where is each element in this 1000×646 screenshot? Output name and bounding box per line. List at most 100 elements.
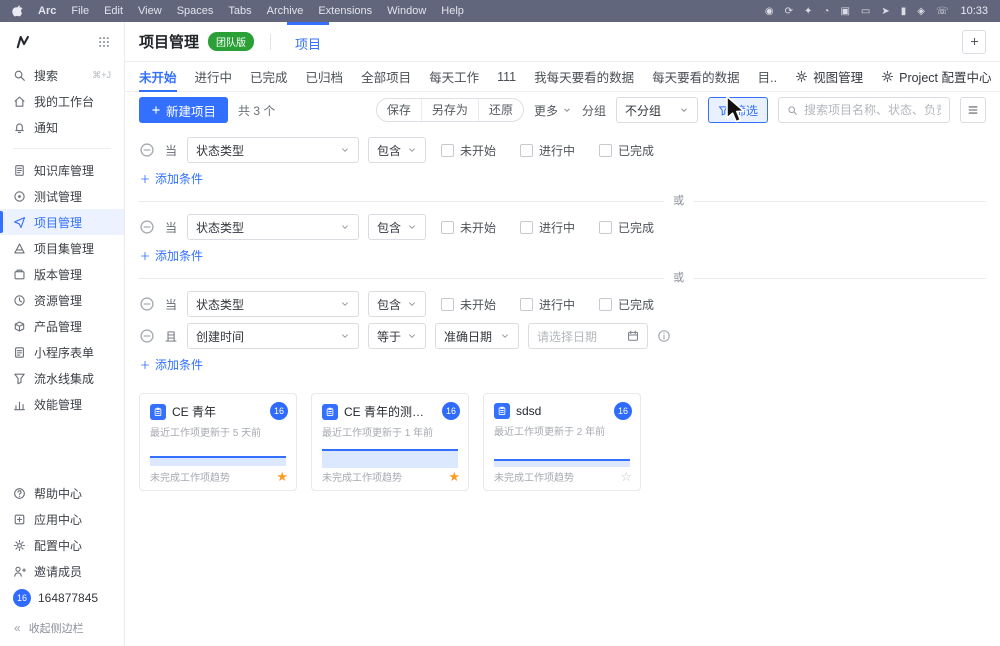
menu-item-view[interactable]: View: [138, 5, 162, 17]
operator-select[interactable]: 等于: [368, 323, 426, 349]
favorite-star-icon[interactable]: ☆: [620, 470, 632, 483]
clock-icon[interactable]: ◔: [823, 6, 829, 17]
checkbox-进行中[interactable]: 进行中: [520, 142, 575, 159]
favorite-star-icon[interactable]: ★: [276, 470, 288, 483]
remove-condition-icon[interactable]: [139, 219, 155, 235]
display-icon[interactable]: ▣: [840, 6, 849, 17]
sidebar-item-project[interactable]: 项目管理: [0, 209, 124, 235]
phone-icon[interactable]: ☏: [936, 6, 949, 17]
sidebar-item-program[interactable]: 项目集管理: [0, 235, 124, 261]
checkbox-未开始[interactable]: 未开始: [441, 219, 496, 236]
filter-button[interactable]: 筛选: [708, 97, 768, 123]
date-mode-select[interactable]: 准确日期: [435, 323, 519, 349]
add-condition-button[interactable]: 添加条件: [140, 170, 203, 187]
field-select[interactable]: 状态类型: [187, 291, 359, 317]
operator-select[interactable]: 包含: [368, 214, 426, 240]
view-tab-6[interactable]: 每天工作: [429, 62, 479, 91]
view-tab-3[interactable]: 已完成: [250, 62, 288, 91]
view-tab-7[interactable]: 111: [497, 62, 516, 91]
user-account[interactable]: 16 164877845: [0, 584, 124, 612]
menu-item-arc[interactable]: Arc: [38, 5, 56, 17]
operator-select[interactable]: 包含: [368, 137, 426, 163]
sidebar-item-search[interactable]: 搜索⌘+J: [0, 62, 124, 88]
sidebar-item-resource[interactable]: 资源管理: [0, 287, 124, 313]
save-action-3[interactable]: 还原: [479, 99, 523, 121]
view-tab-10[interactable]: 目..: [758, 62, 777, 91]
view-tab-2[interactable]: 进行中: [195, 62, 233, 91]
save-action-2[interactable]: 另存为: [422, 99, 479, 121]
field-select[interactable]: 状态类型: [187, 137, 359, 163]
sync-icon[interactable]: ⟳: [785, 6, 793, 17]
sidebar-item-invite[interactable]: 邀请成员: [0, 558, 124, 584]
tab-project[interactable]: 项目: [287, 22, 329, 61]
view-tab-1[interactable]: 未开始: [139, 62, 177, 91]
checkbox-未开始[interactable]: 未开始: [441, 296, 496, 313]
header-action-2[interactable]: Project 配置中心: [881, 67, 991, 86]
view-tab-4[interactable]: 已归档: [306, 62, 344, 91]
location-icon[interactable]: ➤: [881, 6, 889, 17]
sidebar-item-gear[interactable]: 配置中心: [0, 532, 124, 558]
sidebar-item-perf[interactable]: 效能管理: [0, 391, 124, 417]
project-icon: [13, 216, 26, 229]
sidebar-item-version[interactable]: 版本管理: [0, 261, 124, 287]
view-tab-5[interactable]: 全部项目: [361, 62, 411, 91]
project-card[interactable]: CE 青年的测试项目16最近工作项更新于 1 年前未完成工作项趋势★: [311, 393, 469, 491]
more-dropdown[interactable]: 更多: [534, 102, 572, 119]
search-input[interactable]: [804, 103, 941, 117]
app-switcher-grid-icon[interactable]: [98, 36, 110, 48]
operator-select[interactable]: 包含: [368, 291, 426, 317]
field-select[interactable]: 创建时间: [187, 323, 359, 349]
extension-icon[interactable]: ✦: [804, 6, 812, 17]
remove-condition-icon[interactable]: [139, 328, 155, 344]
form-icon: [13, 346, 26, 359]
view-tab-9[interactable]: 每天要看的数据: [652, 62, 740, 91]
menu-item-extensions[interactable]: Extensions: [318, 5, 372, 17]
sidebar-item-doc[interactable]: 知识库管理: [0, 157, 124, 183]
menu-item-archive[interactable]: Archive: [267, 5, 304, 17]
menubar-clock[interactable]: 10:33: [960, 5, 988, 17]
date-picker-input[interactable]: 请选择日期: [528, 323, 648, 349]
field-select[interactable]: 状态类型: [187, 214, 359, 240]
widget-icon[interactable]: ◈: [917, 6, 925, 17]
sidebar-item-test[interactable]: 测试管理: [0, 183, 124, 209]
list-view-button[interactable]: [960, 97, 986, 123]
checkbox-已完成[interactable]: 已完成: [599, 296, 654, 313]
add-tab-button[interactable]: [962, 30, 986, 54]
sidebar-item-form[interactable]: 小程序表单: [0, 339, 124, 365]
remove-condition-icon[interactable]: [139, 142, 155, 158]
collapse-sidebar-button[interactable]: « 收起侧边栏: [0, 612, 124, 638]
apple-icon[interactable]: [12, 4, 24, 18]
remove-condition-icon[interactable]: [139, 296, 155, 312]
view-tab-8[interactable]: 我每天要看的数据: [534, 62, 634, 91]
checkbox-进行中[interactable]: 进行中: [520, 219, 575, 236]
header-action-1[interactable]: 视图管理: [795, 67, 863, 86]
new-project-button[interactable]: 新建项目: [139, 97, 228, 123]
sidebar-item-apps[interactable]: 应用中心: [0, 506, 124, 532]
menu-item-tabs[interactable]: Tabs: [228, 5, 251, 17]
checkbox-已完成[interactable]: 已完成: [599, 219, 654, 236]
sidebar-item-pipeline[interactable]: 流水线集成: [0, 365, 124, 391]
menu-item-edit[interactable]: Edit: [104, 5, 123, 17]
sidebar-item-bell[interactable]: 通知: [0, 114, 124, 140]
group-select[interactable]: 不分组: [616, 97, 698, 123]
battery-icon[interactable]: ▭: [861, 6, 870, 17]
sidebar-item-product[interactable]: 产品管理: [0, 313, 124, 339]
project-card[interactable]: CE 青年16最近工作项更新于 5 天前未完成工作项趋势★: [139, 393, 297, 491]
menu-item-file[interactable]: File: [71, 5, 89, 17]
checkbox-未开始[interactable]: 未开始: [441, 142, 496, 159]
volume-icon[interactable]: ▮: [901, 6, 907, 17]
menu-item-window[interactable]: Window: [387, 5, 426, 17]
record-icon[interactable]: ◉: [765, 6, 774, 17]
favorite-star-icon[interactable]: ★: [448, 470, 460, 483]
sidebar-item-home[interactable]: 我的工作台: [0, 88, 124, 114]
checkbox-已完成[interactable]: 已完成: [599, 142, 654, 159]
add-condition-button[interactable]: 添加条件: [140, 247, 203, 264]
menu-item-spaces[interactable]: Spaces: [177, 5, 214, 17]
menu-item-help[interactable]: Help: [441, 5, 464, 17]
app-logo[interactable]: [14, 34, 32, 50]
checkbox-进行中[interactable]: 进行中: [520, 296, 575, 313]
save-action-1[interactable]: 保存: [377, 99, 422, 121]
project-card[interactable]: sdsd16最近工作项更新于 2 年前未完成工作项趋势☆: [483, 393, 641, 491]
add-condition-button[interactable]: 添加条件: [140, 356, 203, 373]
sidebar-item-help[interactable]: 帮助中心: [0, 480, 124, 506]
